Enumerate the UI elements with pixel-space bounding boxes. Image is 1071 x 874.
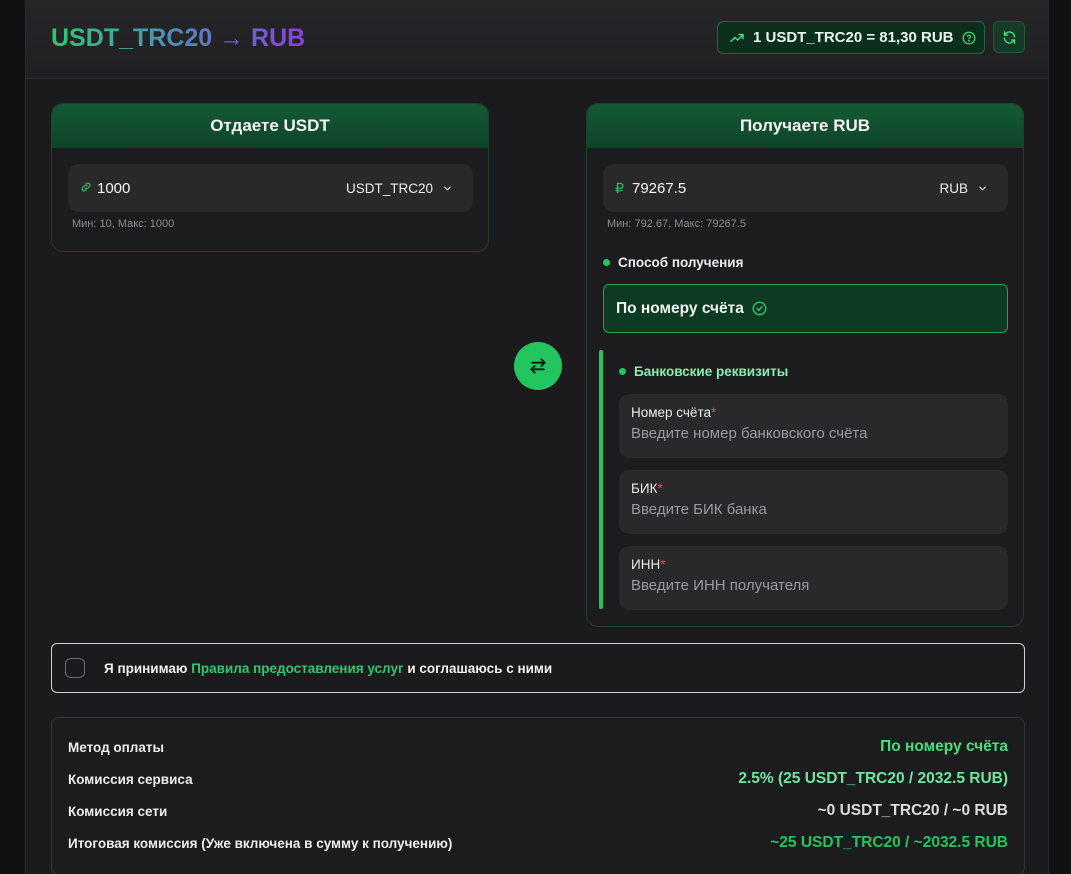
summary-key: Комиссия сервиса (68, 771, 193, 787)
give-card-title: Отдаете USDT (52, 104, 488, 148)
receive-currency-select[interactable]: RUB (939, 181, 996, 196)
inn-input[interactable]: Введите ИНН получателя (631, 577, 996, 594)
inn-field[interactable]: ИНН* Введите ИНН получателя (619, 546, 1008, 610)
summary-row-method: Метод оплаты По номеру счёта (68, 736, 1008, 758)
bullet-dot (603, 259, 610, 266)
page-title: USDT_TRC20 → RUB (51, 24, 306, 52)
account-number-field[interactable]: Номер счёта* Введите номер банковского с… (619, 394, 1008, 458)
receive-amount-field[interactable]: ₽ 79267.5 RUB (603, 164, 1008, 212)
bik-field[interactable]: БИК* Введите БИК банка (619, 470, 1008, 534)
required-mark: * (660, 557, 666, 572)
receive-currency-label: RUB (939, 180, 968, 196)
give-amount-field[interactable]: 1000 USDT_TRC20 (68, 164, 473, 212)
give-currency-select[interactable]: USDT_TRC20 (346, 181, 461, 196)
summary-value: 2.5% (25 USDT_TRC20 / 2032.5 RUB) (738, 770, 1008, 787)
account-number-input[interactable]: Введите номер банковского счёта (631, 425, 996, 442)
summary-key: Итоговая комиссия (Уже включена в сумму … (68, 835, 453, 851)
give-limits: Мин: 10, Макс: 1000 (72, 218, 175, 230)
chevron-down-icon (444, 186, 451, 190)
bik-input[interactable]: Введите БИК банка (631, 501, 996, 518)
summary-value: ~0 USDT_TRC20 / ~0 RUB (817, 802, 1008, 819)
account-number-label: Номер счёта* (631, 405, 717, 420)
bik-label: БИК* (631, 481, 663, 496)
swap-arrows-icon (530, 358, 546, 374)
method-section-label: Способ получения (603, 255, 743, 270)
bullet-dot (619, 368, 626, 375)
exchange-window: USDT_TRC20 → RUB 1 USDT_TRC20 = 81,30 RU… (25, 0, 1049, 874)
requisites-label-text: Банковские реквизиты (634, 364, 789, 379)
refresh-icon (1003, 30, 1015, 44)
chevron-down-icon (979, 186, 986, 190)
inn-label: ИНН* (631, 557, 666, 572)
give-amount-input[interactable]: 1000 (97, 180, 346, 197)
requisites-accent-bar (599, 350, 603, 609)
receive-card: Получаете RUB ₽ 79267.5 RUB Мин: 792.67,… (586, 103, 1024, 627)
summary-value: ~25 USDT_TRC20 / ~2032.5 RUB (770, 834, 1008, 851)
give-currency-label: USDT_TRC20 (345, 180, 433, 196)
method-label-text: Способ получения (618, 255, 744, 270)
summary-key: Комиссия сети (68, 803, 168, 819)
give-card: Отдаете USDT 1000 USDT_TRC20 Мин: 10, Ма… (51, 103, 489, 252)
terms-text: Я принимаю Правила предоставления услуг … (104, 660, 553, 676)
rate-badge: 1 USDT_TRC20 = 81,30 RUB (717, 21, 985, 54)
ruble-icon: ₽ (615, 179, 624, 196)
link-icon (80, 180, 97, 196)
summary-value: По номеру счёта (880, 738, 1008, 755)
method-option-label: По номеру счёта (616, 299, 744, 317)
help-icon[interactable] (962, 31, 976, 45)
method-option-account[interactable]: По номеру счёта (603, 284, 1008, 333)
swap-direction-button[interactable] (514, 342, 562, 390)
fee-summary: Метод оплаты По номеру счёта Комиссия се… (51, 717, 1025, 874)
refresh-rate-button[interactable] (993, 21, 1025, 53)
receive-amount-input[interactable]: 79267.5 (632, 180, 939, 197)
receive-limits: Мин: 792.67, Макс: 79267.5 (607, 218, 746, 230)
summary-row-network-fee: Комиссия сети ~0 USDT_TRC20 / ~0 RUB (68, 800, 1008, 822)
requisites-section-label: Банковские реквизиты (619, 364, 788, 379)
check-circle-icon (752, 301, 767, 316)
summary-key: Метод оплаты (68, 739, 165, 755)
terms-agreement[interactable]: Я принимаю Правила предоставления услуг … (51, 643, 1025, 693)
required-mark: * (711, 405, 717, 420)
trending-up-icon (730, 33, 744, 42)
header: USDT_TRC20 → RUB 1 USDT_TRC20 = 81,30 RU… (26, 0, 1048, 79)
rate-text: 1 USDT_TRC20 = 81,30 RUB (753, 29, 954, 46)
required-mark: * (657, 481, 663, 496)
summary-row-service-fee: Комиссия сервиса 2.5% (25 USDT_TRC20 / 2… (68, 768, 1008, 790)
receive-card-title: Получаете RUB (587, 104, 1023, 148)
summary-row-total-fee: Итоговая комиссия (Уже включена в сумму … (68, 832, 1008, 854)
terms-link[interactable]: Правила предоставления услуг (191, 661, 403, 676)
terms-checkbox[interactable] (65, 658, 85, 678)
